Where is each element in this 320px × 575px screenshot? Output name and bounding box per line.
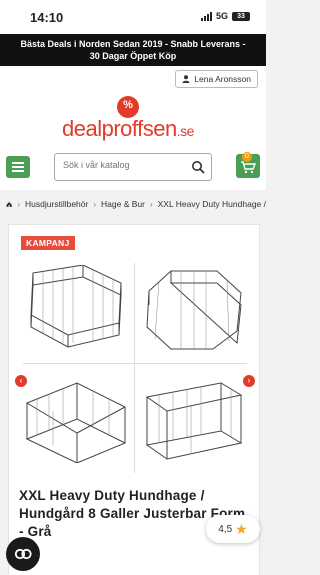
search-input[interactable] bbox=[63, 160, 183, 170]
chevron-right-icon: › bbox=[149, 199, 153, 209]
home-icon[interactable] bbox=[6, 200, 12, 209]
menu-button[interactable] bbox=[6, 156, 30, 178]
cart-icon bbox=[241, 161, 257, 174]
promo-banner[interactable]: Bästa Deals i Norden Sedan 2019 - Snabb … bbox=[0, 34, 266, 66]
search-box[interactable] bbox=[54, 153, 212, 181]
product-image-3[interactable] bbox=[23, 373, 129, 463]
campaign-badge: KAMPANJ bbox=[21, 236, 75, 250]
logo-domain: .se bbox=[176, 123, 195, 139]
gallery-prev-button[interactable]: ‹ bbox=[15, 375, 27, 387]
logo-text: dealproffsen bbox=[62, 116, 177, 141]
gallery-next-button[interactable]: › bbox=[243, 375, 255, 387]
star-icon: ★ bbox=[235, 520, 248, 537]
product-image-1[interactable] bbox=[23, 265, 129, 355]
chevron-right-icon: › bbox=[17, 199, 21, 209]
cart-button[interactable]: 0 bbox=[236, 152, 260, 178]
user-icon bbox=[182, 75, 190, 83]
battery-icon: 33 bbox=[232, 11, 250, 21]
rating-badge[interactable]: 4,5 ★ bbox=[206, 515, 260, 543]
network-label: 5G bbox=[215, 11, 228, 21]
site-logo[interactable]: dealproffsen.se bbox=[60, 96, 210, 146]
product-image-4[interactable] bbox=[141, 373, 247, 463]
promo-line-2: 30 Dagar Öppet Köp bbox=[89, 51, 177, 61]
logo-tag-icon bbox=[117, 96, 139, 118]
account-name: Lena Aronsson bbox=[194, 74, 251, 84]
account-button[interactable]: Lena Aronsson bbox=[175, 70, 258, 88]
search-icon[interactable] bbox=[191, 160, 205, 174]
signal-icon bbox=[200, 11, 212, 21]
product-image-gallery[interactable]: ‹ › bbox=[15, 255, 255, 477]
site-header: Lena Aronsson dealproffsen.se 0 bbox=[0, 66, 266, 190]
chat-button[interactable] bbox=[6, 537, 40, 571]
breadcrumb: › Husdjurstillbehör › Hage & Bur › XXL H… bbox=[0, 190, 266, 218]
status-bar: 14:10 5G 33 bbox=[0, 0, 266, 34]
rating-value: 4,5 bbox=[218, 523, 233, 535]
status-time: 14:10 bbox=[30, 10, 64, 25]
breadcrumb-current: XXL Heavy Duty Hundhage / bbox=[157, 199, 266, 209]
breadcrumb-link-subcategory[interactable]: Hage & Bur bbox=[101, 199, 145, 209]
chat-icon bbox=[14, 548, 32, 560]
chevron-right-icon: › bbox=[93, 199, 97, 209]
product-image-2[interactable] bbox=[141, 265, 247, 355]
breadcrumb-link-category[interactable]: Husdjurstillbehör bbox=[25, 199, 88, 209]
promo-line-1: Bästa Deals i Norden Sedan 2019 - Snabb … bbox=[20, 39, 246, 49]
status-icons: 5G 33 bbox=[200, 11, 250, 21]
